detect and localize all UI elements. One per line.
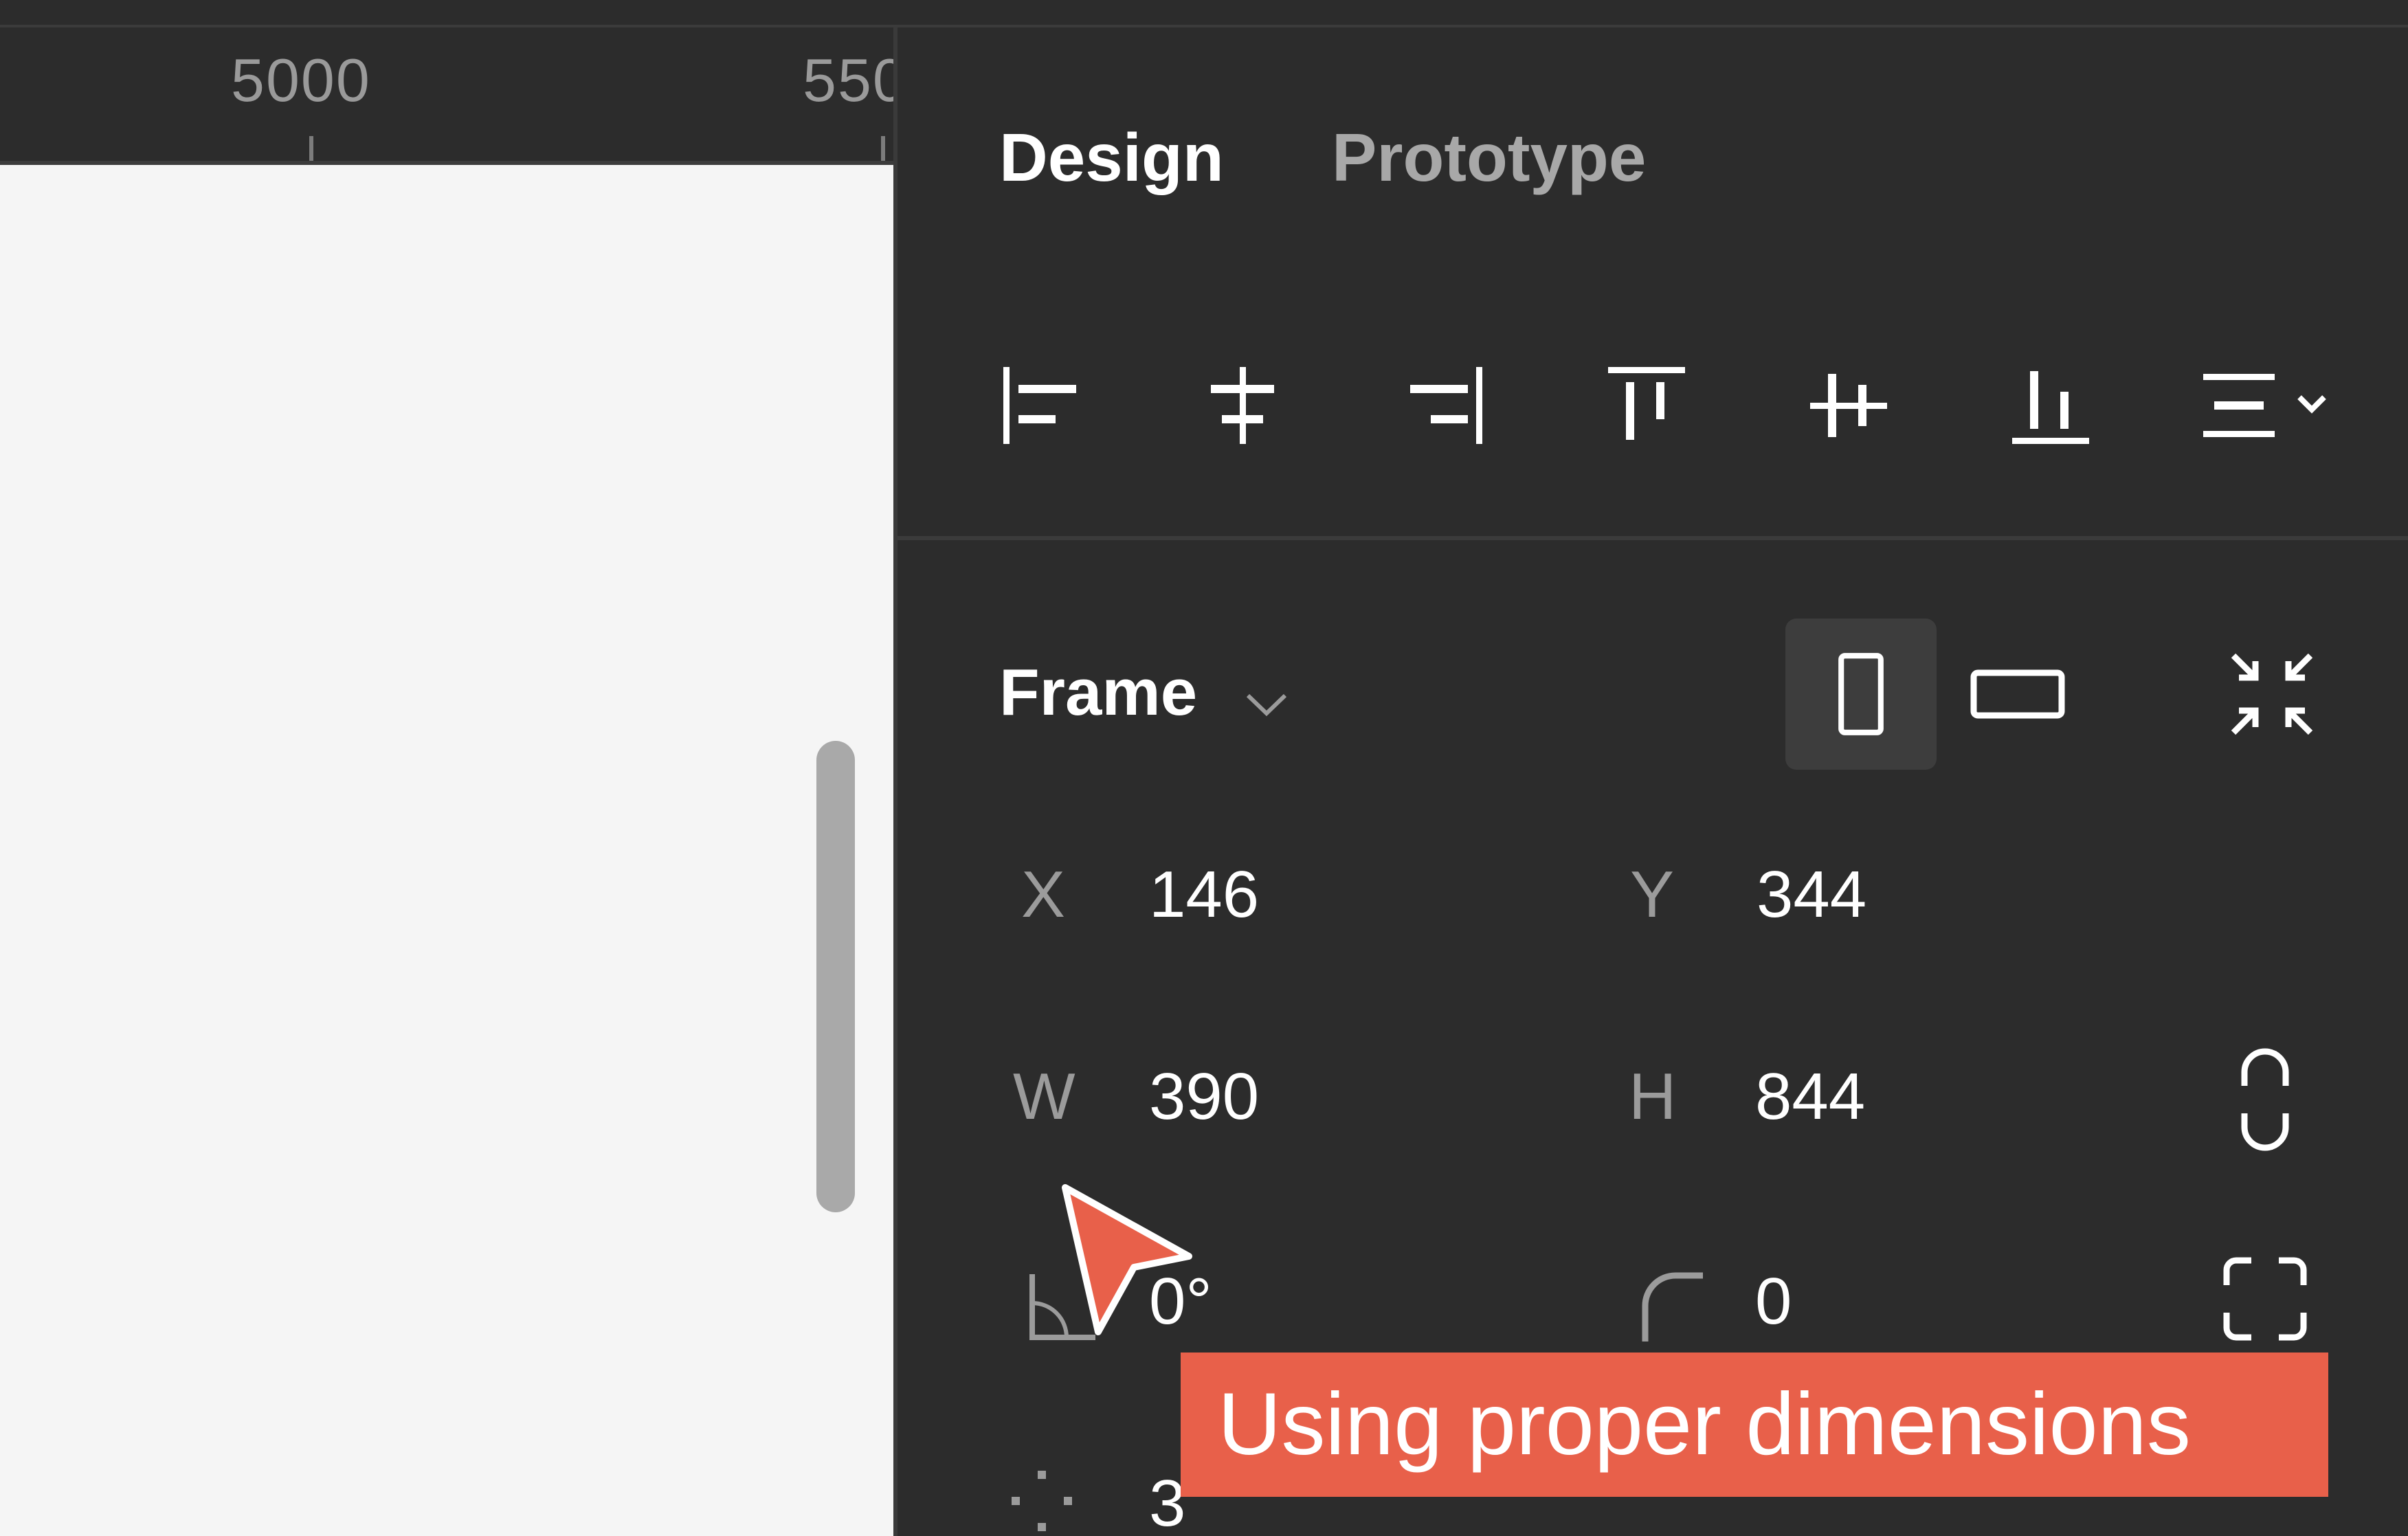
canvas-area[interactable] — [0, 165, 893, 1536]
section-divider — [898, 536, 2408, 540]
ruler-label-5000: 5000 — [231, 46, 371, 114]
x-label: X — [1021, 858, 1066, 931]
independent-corners-icon[interactable] — [2217, 1251, 2313, 1347]
align-vertical-center-icon — [1810, 374, 1887, 437]
pointer-cursor-icon — [1062, 1184, 1192, 1335]
constrain-proportions-icon[interactable] — [2217, 1045, 2313, 1155]
align-vertical-center-button[interactable] — [1794, 350, 1904, 460]
x-input[interactable]: 146 — [1149, 862, 1259, 928]
align-top-button[interactable] — [1592, 350, 1702, 460]
caption-banner: Using proper dimensions — [1181, 1353, 2328, 1497]
landscape-orientation-button[interactable] — [1942, 619, 2093, 770]
w-input[interactable]: 390 — [1149, 1064, 1259, 1130]
distribute-more-icon — [2203, 374, 2326, 437]
y-label: Y — [1630, 858, 1675, 931]
align-bottom-button[interactable] — [1996, 350, 2106, 460]
tab-prototype[interactable]: Prototype — [1332, 124, 1646, 191]
landscape-icon — [1970, 669, 2065, 719]
alignment-toolbar — [898, 330, 2408, 467]
frame-section-title[interactable]: Frame — [999, 660, 1197, 726]
canvas-scrollbar[interactable] — [816, 741, 855, 1212]
resize-to-fit-button[interactable] — [2210, 632, 2334, 756]
canvas-ruler: 5000 550 — [0, 30, 893, 165]
portrait-icon — [1838, 653, 1884, 735]
align-horizontal-center-button[interactable] — [1188, 350, 1297, 460]
chevron-down-icon[interactable] — [1242, 687, 1291, 722]
resize-to-fit-icon — [2231, 653, 2313, 735]
tab-design[interactable]: Design — [999, 124, 1224, 191]
ruler-tick — [309, 136, 313, 161]
align-bottom-icon — [2012, 371, 2089, 444]
align-right-button[interactable] — [1390, 350, 1500, 460]
y-input[interactable]: 344 — [1757, 862, 1866, 928]
spacing-icon — [1012, 1471, 1072, 1531]
h-label: H — [1629, 1060, 1677, 1133]
distribute-more-button[interactable] — [2191, 350, 2342, 460]
corner-radius-input[interactable]: 0 — [1755, 1269, 1792, 1335]
align-left-icon — [1003, 367, 1076, 444]
portrait-orientation-button[interactable] — [1785, 619, 1937, 770]
align-horizontal-center-icon — [1211, 367, 1274, 444]
align-left-button[interactable] — [987, 350, 1097, 460]
top-bar — [0, 0, 2408, 27]
screen: 5000 550 Design Prototype — [0, 0, 2408, 1536]
ruler-label-5500: 550 — [803, 46, 893, 114]
w-label: W — [1013, 1060, 1075, 1133]
corner-radius-icon — [1642, 1272, 1703, 1342]
align-top-icon — [1608, 367, 1685, 440]
h-input[interactable]: 844 — [1755, 1064, 1865, 1130]
ruler-tick — [881, 136, 885, 161]
align-right-icon — [1410, 367, 1482, 444]
